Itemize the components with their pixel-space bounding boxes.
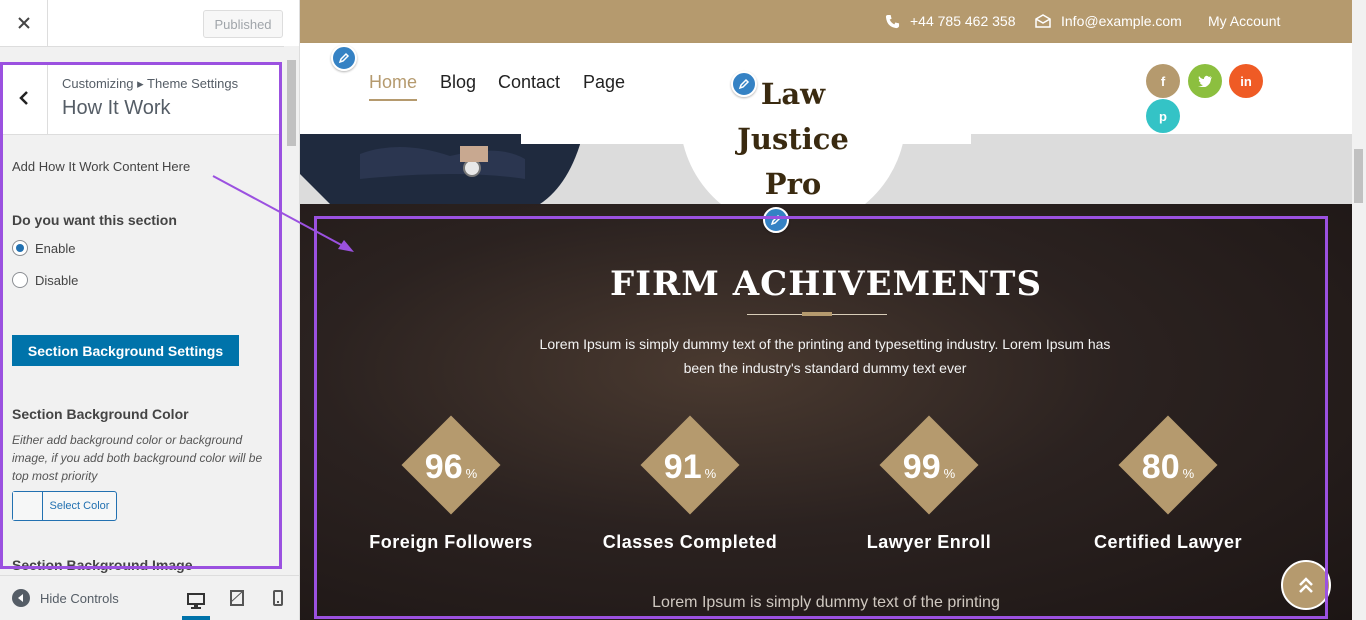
site-logo[interactable]: Law Justice Pro — [680, 72, 906, 207]
published-button[interactable]: Published — [203, 10, 283, 38]
customizer-header: Published — [0, 0, 299, 47]
collapse-icon — [12, 589, 30, 607]
enable-label: Enable — [35, 240, 76, 256]
section-background-settings-button[interactable]: Section Background Settings — [12, 335, 239, 366]
pencil-icon — [738, 78, 750, 90]
logo-line-3: Pro — [764, 167, 822, 201]
color-swatch[interactable] — [13, 492, 43, 520]
stat-item: 91% Classes Completed — [575, 415, 805, 560]
double-chevron-up-icon — [1299, 577, 1313, 593]
preview-desktop-button[interactable] — [182, 586, 210, 620]
phone-icon — [885, 14, 900, 28]
customizer-sidebar: Published Customizing ▸ Theme Settings H… — [0, 0, 300, 620]
scroll-to-top-button[interactable] — [1281, 560, 1331, 610]
email-info: Info@example.com — [1035, 13, 1182, 29]
edit-shortcut-logo[interactable] — [731, 71, 757, 97]
enable-radio[interactable] — [12, 240, 28, 256]
breadcrumb: Customizing ▸ Theme Settings — [62, 76, 239, 91]
site-preview: +44 785 462 358 Info@example.com My Acco… — [300, 0, 1352, 620]
preview-tablet-button[interactable] — [223, 586, 251, 610]
achievements-description: Lorem Ipsum is simply dummy text of the … — [539, 336, 1111, 376]
preview-scrollbar[interactable] — [1352, 0, 1366, 620]
close-icon — [17, 17, 30, 29]
bg-image-label: Section Background Image — [12, 557, 193, 573]
nav-page[interactable]: Page — [583, 72, 625, 93]
facebook-icon[interactable]: f — [1146, 64, 1180, 98]
stat-label: Lawyer Enroll — [866, 532, 992, 552]
disable-radio[interactable] — [12, 272, 28, 288]
hero-image — [300, 134, 583, 204]
pinterest-icon[interactable]: p — [1146, 99, 1180, 133]
nav-home[interactable]: Home — [369, 72, 418, 101]
logo-line-2: Justice — [737, 122, 849, 156]
stat-item: 80% Certified Lawyer — [1053, 415, 1283, 560]
stat-value: 96 — [424, 448, 463, 486]
sidebar-scrollbar-thumb[interactable] — [287, 60, 296, 146]
stat-value: 99 — [902, 448, 941, 486]
email-address[interactable]: Info@example.com — [1061, 13, 1182, 29]
hide-controls-button[interactable]: Hide Controls — [12, 589, 119, 607]
section-question-label: Do you want this section — [12, 212, 177, 228]
stat-item: 96% Foreign Followers — [336, 415, 566, 560]
twitter-icon[interactable] — [1188, 64, 1222, 98]
close-customizer-button[interactable] — [0, 0, 48, 46]
panel-content: Add How It Work Content Here Do you want… — [0, 135, 282, 575]
title-divider-accent — [802, 312, 832, 316]
nav-blog[interactable]: Blog — [440, 72, 476, 93]
linkedin-icon[interactable]: in — [1229, 64, 1263, 98]
stat-label: Foreign Followers — [369, 532, 533, 552]
mobile-icon — [273, 590, 283, 606]
panel-title: How It Work — [62, 97, 171, 119]
preview-scrollbar-thumb[interactable] — [1354, 149, 1363, 203]
select-color-label: Select Color — [49, 500, 110, 512]
tablet-icon — [230, 590, 244, 606]
enable-radio-option[interactable]: Enable — [12, 240, 75, 256]
bg-color-description: Either add background color or backgroun… — [12, 433, 263, 483]
stat-value: 80 — [1141, 448, 1180, 486]
stat-item: 99% Lawyer Enroll — [814, 415, 1044, 560]
pencil-icon — [338, 52, 350, 64]
add-content-label: Add How It Work Content Here — [12, 159, 191, 174]
hide-controls-label: Hide Controls — [40, 590, 119, 606]
logo-line-1: Law — [760, 77, 826, 111]
edit-shortcut-section[interactable] — [763, 207, 789, 233]
top-info-bar: +44 785 462 358 Info@example.com My Acco… — [300, 0, 1352, 43]
back-button[interactable] — [0, 62, 48, 134]
my-account-link[interactable]: My Account — [1208, 13, 1280, 29]
edit-shortcut-nav[interactable] — [331, 45, 357, 71]
stat-value: 91 — [663, 448, 702, 486]
stat-unit: % — [704, 466, 717, 481]
envelope-icon — [1035, 14, 1051, 28]
phone-info: +44 785 462 358 — [885, 13, 1016, 29]
chevron-left-icon — [18, 91, 28, 105]
achievements-section: FIRM ACHIVEMENTS Lorem Ipsum is simply d… — [300, 204, 1352, 620]
achievements-bottom-text: Lorem Ipsum is simply dummy text of the … — [652, 594, 1000, 611]
achievements-title: FIRM ACHIVEMENTS — [609, 264, 1043, 304]
desktop-icon — [187, 593, 205, 609]
stat-unit: % — [943, 466, 956, 481]
disable-label: Disable — [35, 272, 79, 288]
disable-radio-option[interactable]: Disable — [12, 272, 78, 288]
stat-label: Classes Completed — [602, 532, 778, 552]
stat-unit: % — [465, 466, 478, 481]
stat-label: Certified Lawyer — [1093, 532, 1243, 552]
nav-contact[interactable]: Contact — [498, 72, 560, 93]
customizer-footer: Hide Controls — [0, 575, 299, 620]
pencil-icon — [770, 214, 782, 226]
preview-mobile-button[interactable] — [264, 586, 292, 610]
phone-number[interactable]: +44 785 462 358 — [910, 13, 1016, 29]
bg-color-label: Section Background Color — [12, 406, 189, 422]
stat-unit: % — [1182, 466, 1195, 481]
select-color-button[interactable]: Select Color — [12, 491, 117, 521]
panel-title-bar: Customizing ▸ Theme Settings How It Work — [0, 62, 282, 135]
